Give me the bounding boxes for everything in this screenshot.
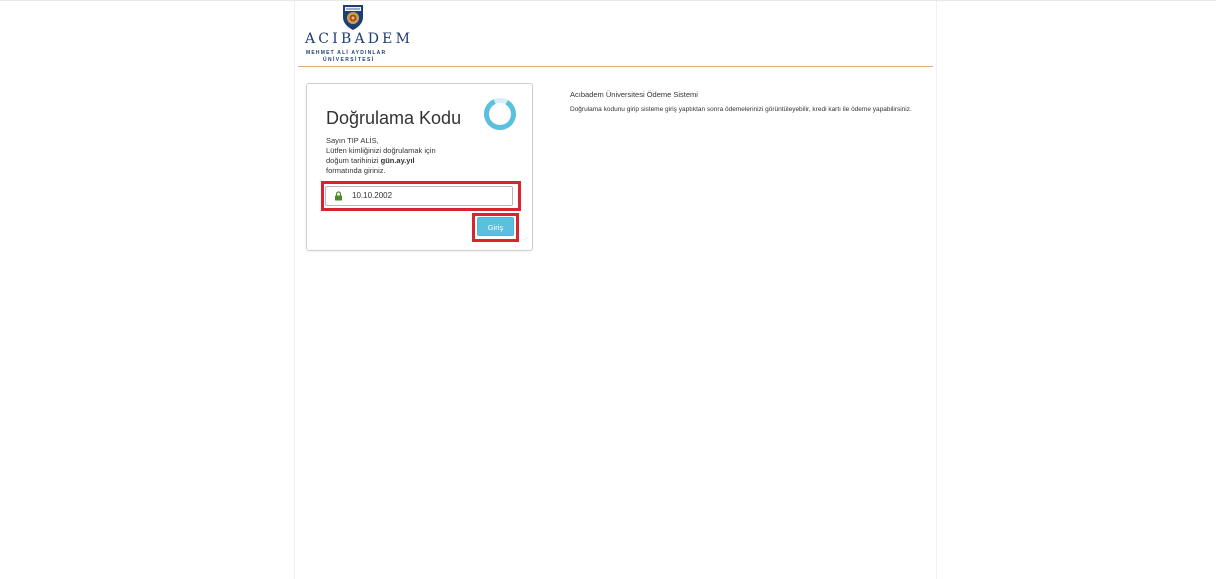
- university-logo[interactable]: ACIBADEM MEHMET ALİ AYDINLAR ÜNİVERSİTES…: [305, 3, 414, 65]
- university-seal-icon: [343, 5, 363, 30]
- greeting-text: Sayın TIP ALİS,: [326, 136, 379, 145]
- lock-icon: [335, 191, 342, 201]
- logo-subtitle-1: MEHMET ALİ AYDINLAR: [306, 50, 387, 56]
- info-title: Acıbadem Üniversitesi Ödeme Sistemi: [570, 90, 698, 99]
- logo-wordmark: ACIBADEM: [305, 31, 414, 47]
- header: ACIBADEM MEHMET ALİ AYDINLAR ÜNİVERSİTES…: [295, 1, 936, 67]
- header-divider: [298, 66, 933, 67]
- loading-spinner-icon: [484, 98, 516, 130]
- instruction-line-2-prefix: doğum tarihinizi: [326, 156, 381, 165]
- instruction-line-1: Lütfen kimliğinizi doğrulamak için: [326, 146, 436, 155]
- page-container: ACIBADEM MEHMET ALİ AYDINLAR ÜNİVERSİTES…: [294, 1, 937, 579]
- card-title: Doğrulama Kodu: [326, 108, 462, 128]
- instruction-line-3: formatında giriniz.: [326, 166, 386, 175]
- instruction-line-2: doğum tarihinizi gün.ay.yıl: [326, 156, 476, 166]
- birthdate-field[interactable]: [325, 186, 513, 206]
- verification-card: Doğrulama Kodu Sayın TIP ALİS, Lütfen ki…: [306, 83, 533, 251]
- birthdate-input[interactable]: [352, 190, 502, 202]
- login-button[interactable]: Giriş: [477, 217, 514, 236]
- info-description: Doğrulama kodunu girip sisteme giriş yap…: [570, 106, 912, 113]
- logo-subtitle-2: ÜNİVERSİTESİ: [323, 57, 375, 63]
- card-instructions: Sayın TIP ALİS, Lütfen kimliğinizi doğru…: [326, 136, 476, 176]
- date-format-text: gün.ay.yıl: [380, 156, 415, 165]
